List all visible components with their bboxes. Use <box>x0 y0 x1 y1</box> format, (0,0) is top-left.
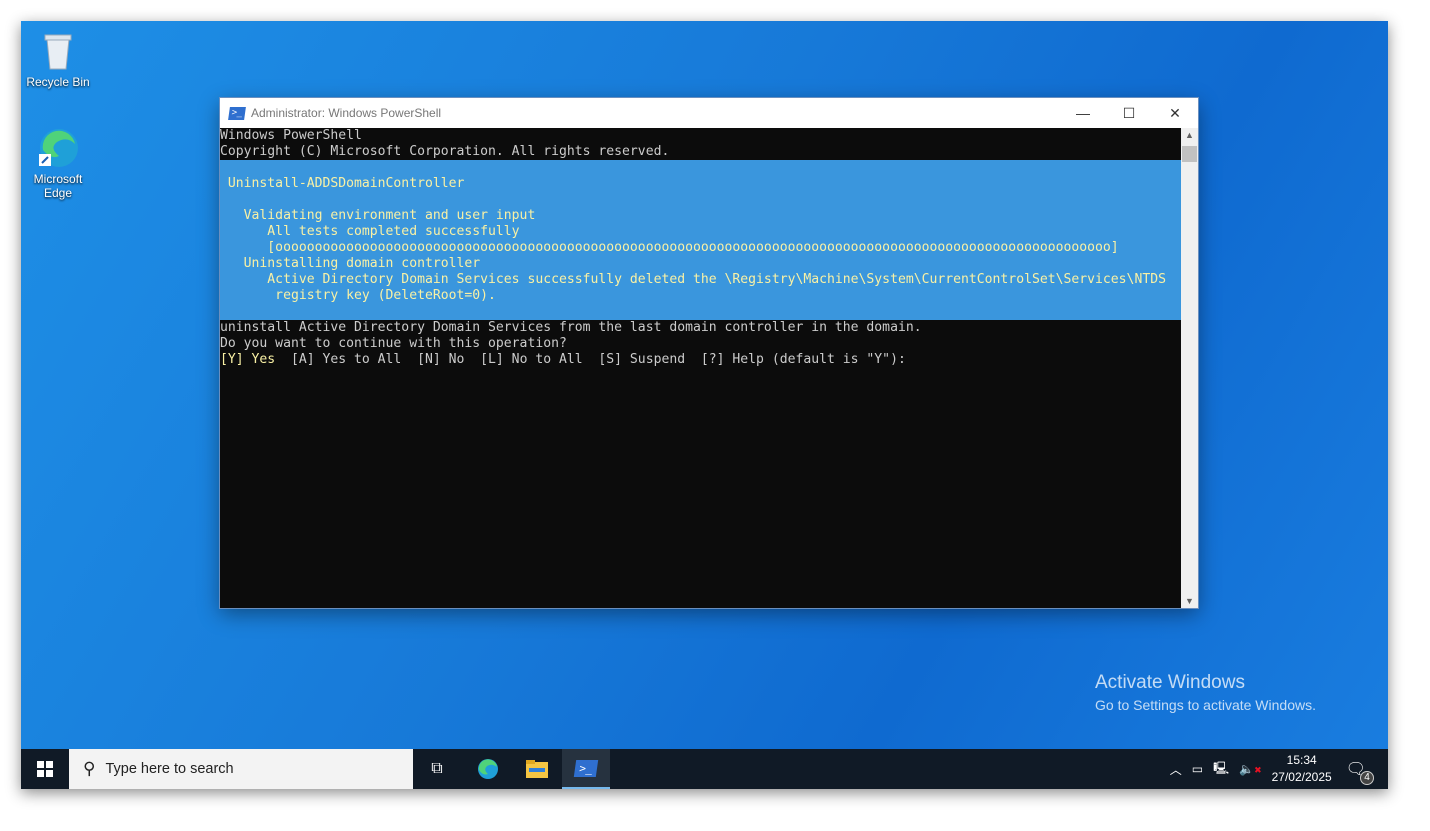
notifications-button[interactable]: 🗨 4 <box>1346 759 1374 785</box>
clock-date: 27/02/2025 <box>1271 770 1332 784</box>
folder-icon <box>526 760 548 778</box>
start-button[interactable] <box>21 749 69 789</box>
title-bar[interactable]: >_ Administrator: Windows PowerShell — ☐… <box>220 98 1198 128</box>
powershell-window[interactable]: >_ Administrator: Windows PowerShell — ☐… <box>220 98 1198 608</box>
powershell-icon: >_ <box>573 759 599 777</box>
powershell-icon: >_ <box>228 106 246 120</box>
desktop-icon-edge[interactable]: Microsoft Edge <box>21 126 96 200</box>
console-line: Windows PowerShell <box>220 128 362 143</box>
progress-operation: Validating environment and user input <box>220 208 536 223</box>
progress-pane: Uninstall-ADDSDomainController Validatin… <box>220 160 1181 320</box>
progress-status: All tests completed successfully <box>220 224 520 239</box>
activation-watermark: Activate Windows Go to Settings to activ… <box>1095 672 1316 713</box>
show-hidden-icons-chevron-icon[interactable]: ︿ <box>1170 761 1182 778</box>
task-view-button[interactable]: ⧉ <box>413 749 461 789</box>
progress-status: registry key (DeleteRoot=0). <box>220 288 496 303</box>
window-title: Administrator: Windows PowerShell <box>251 106 442 120</box>
edge-icon <box>478 759 498 779</box>
taskbar-powershell[interactable]: >_ <box>562 749 610 789</box>
close-button[interactable]: ✕ <box>1152 98 1198 128</box>
desktop-icon-recycle-bin[interactable]: Recycle Bin <box>21 29 96 89</box>
watermark-title: Activate Windows <box>1095 672 1245 693</box>
maximize-button[interactable]: ☐ <box>1106 98 1152 128</box>
progress-bar: [ooooooooooooooooooooooooooooooooooooooo… <box>220 240 1119 255</box>
default-choice: [Y] Yes <box>220 352 276 367</box>
console-output[interactable]: Windows PowerShell Copyright (C) Microso… <box>220 128 1181 608</box>
windows-logo-icon <box>37 761 53 777</box>
taskbar-file-explorer[interactable] <box>513 749 561 789</box>
progress-status: Active Directory Domain Services success… <box>220 272 1166 287</box>
scroll-down-icon[interactable]: ▼ <box>1181 596 1198 606</box>
volume-muted-icon[interactable]: 🔈✖ <box>1239 762 1262 776</box>
vertical-scrollbar[interactable]: ▲ ▼ <box>1181 128 1198 608</box>
console-line: uninstall Active Directory Domain Servic… <box>220 320 922 335</box>
scroll-up-icon[interactable]: ▲ <box>1181 130 1198 140</box>
recycle-bin-icon <box>37 29 79 71</box>
search-box[interactable]: ⚲ Type here to search <box>69 749 413 789</box>
desktop: Recycle Bin Microsoft Edge >_ Administra… <box>21 21 1388 789</box>
console-line: Do you want to continue with this operat… <box>220 336 567 351</box>
notification-count-badge: 4 <box>1360 771 1374 785</box>
console-line: Copyright (C) Microsoft Corporation. All… <box>220 144 670 159</box>
network-icon[interactable]: 🖳 <box>1213 759 1229 780</box>
minimize-button[interactable]: — <box>1060 98 1106 128</box>
clock[interactable]: 15:34 27/02/2025 <box>1272 752 1332 786</box>
search-icon: ⚲ <box>83 759 96 778</box>
progress-activity: Uninstall-ADDSDomainController <box>220 176 465 191</box>
choice-prompt[interactable]: [Y] Yes [A] Yes to All [N] No [L] No to … <box>220 352 906 368</box>
progress-operation: Uninstalling domain controller <box>220 256 481 271</box>
clock-time: 15:34 <box>1286 753 1317 767</box>
watermark-subtitle: Go to Settings to activate Windows. <box>1095 697 1316 713</box>
task-view-icon: ⧉ <box>431 760 443 777</box>
taskbar-edge[interactable] <box>464 749 512 789</box>
scrollbar-thumb[interactable] <box>1182 146 1197 162</box>
other-choices: [A] Yes to All [N] No [L] No to All [S] … <box>275 352 906 367</box>
search-placeholder: Type here to search <box>105 761 234 777</box>
edge-icon <box>37 126 79 168</box>
taskbar: ⚲ Type here to search ⧉ >_ ︿ ▭ 🖳 🔈✖ 15:3… <box>21 749 1388 789</box>
power-icon[interactable]: ▭ <box>1192 762 1203 776</box>
system-tray: ︿ ▭ 🖳 🔈✖ 15:34 27/02/2025 🗨 4 <box>1170 749 1388 789</box>
